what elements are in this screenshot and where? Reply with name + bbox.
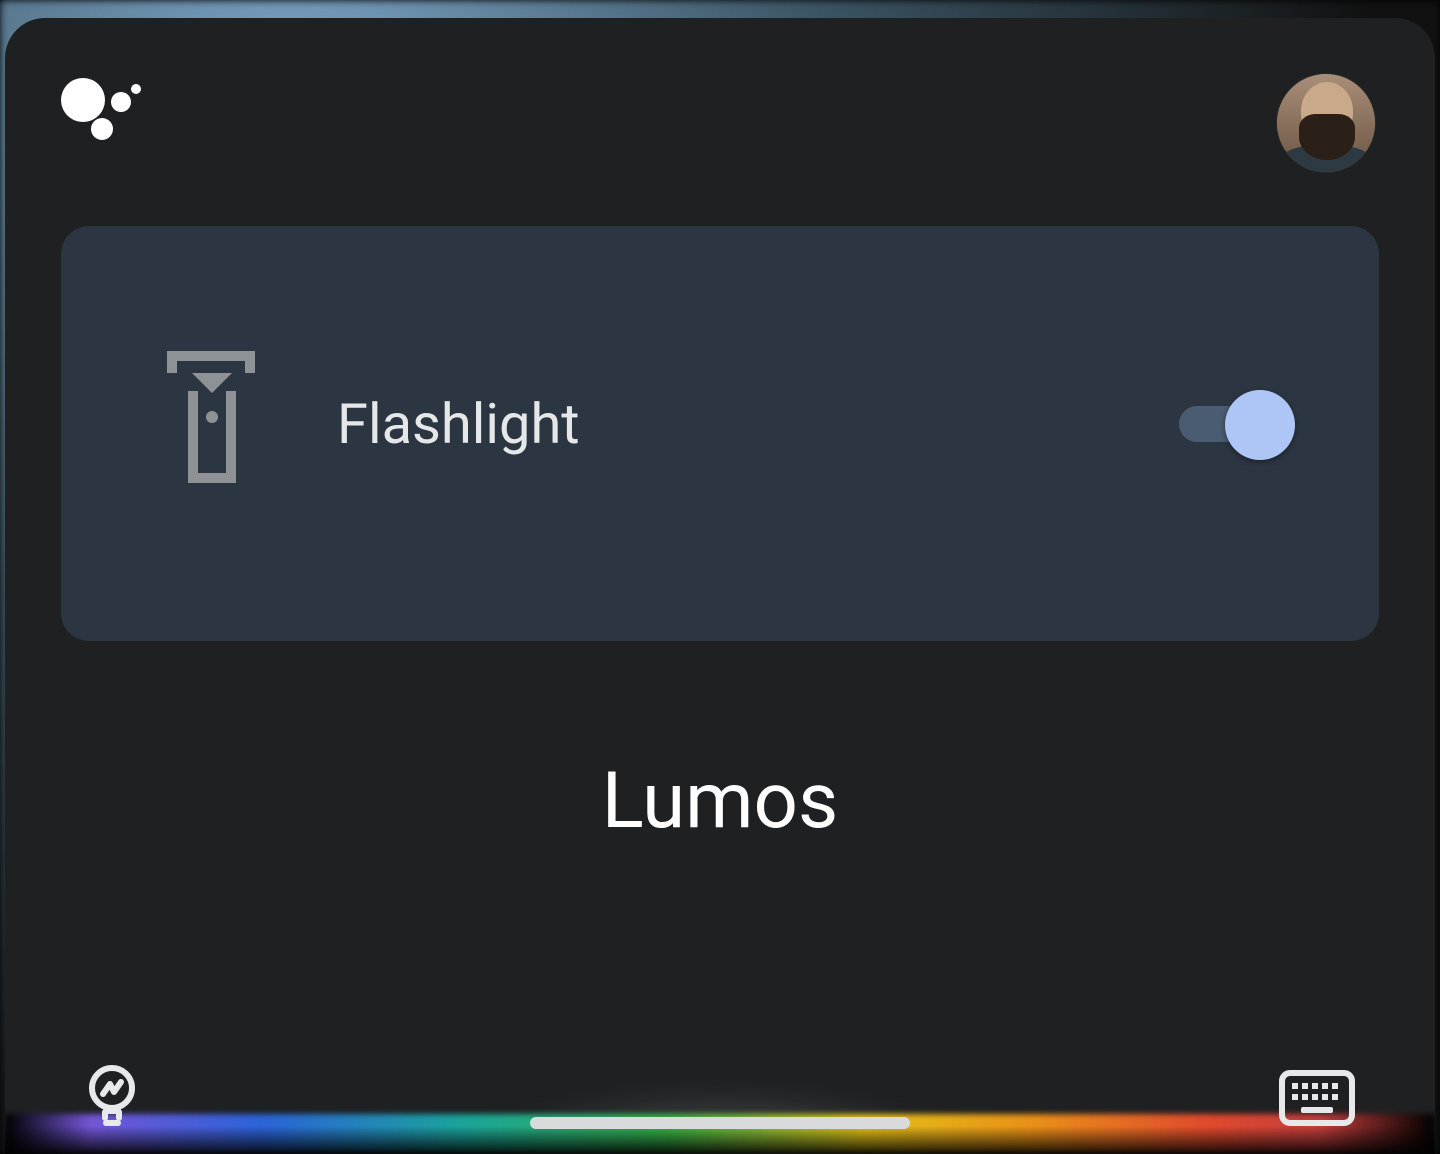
flashlight-toggle[interactable]: [1179, 400, 1295, 448]
lightbulb-icon[interactable]: [85, 1062, 139, 1134]
keyboard-icon[interactable]: [1279, 1070, 1355, 1126]
home-indicator[interactable]: [530, 1117, 910, 1129]
google-assistant-icon[interactable]: [61, 74, 141, 154]
assistant-panel: Flashlight Lumos: [5, 18, 1435, 1154]
assistant-header: [5, 18, 1435, 172]
profile-avatar[interactable]: [1277, 74, 1375, 172]
flashlight-icon: [167, 351, 257, 496]
assistant-footer: [5, 1062, 1435, 1154]
flashlight-card: Flashlight: [61, 226, 1379, 641]
assistant-overlay: Flashlight Lumos: [0, 0, 1440, 1154]
voice-transcript: Lumos: [5, 756, 1435, 847]
flashlight-label: Flashlight: [337, 391, 1099, 457]
